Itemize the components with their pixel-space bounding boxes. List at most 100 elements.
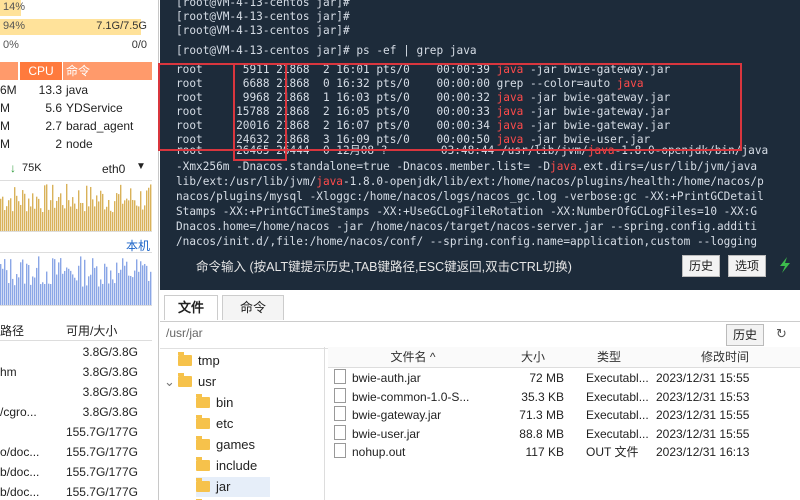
tree-item-include[interactable]: include <box>196 456 257 476</box>
chart-bar <box>116 193 118 231</box>
file-row[interactable]: bwie-auth.jar 72 MB Executabl... 2023/12/31… <box>328 369 800 388</box>
swap-usage-value: 0/0 <box>131 39 147 51</box>
command-input-hint[interactable]: 命令输入 (按ALT键提示历史,TAB键路径,ESC键返回,双击CTRL切换) <box>196 256 572 275</box>
tree-item-label: usr <box>198 374 217 389</box>
chevron-down-icon[interactable]: ⌄ <box>164 372 175 392</box>
chart-bar <box>50 284 52 305</box>
memory-usage-percent: 94% <box>3 20 26 32</box>
chart-bar <box>140 191 142 231</box>
network-interface-select[interactable]: eth0 <box>102 162 125 176</box>
file-type: Executabl... <box>586 426 649 441</box>
tree-item-label: bin <box>216 395 234 410</box>
file-name-text: nohup.out <box>352 445 406 459</box>
chart-bar <box>92 199 94 231</box>
chart-bar <box>70 270 72 305</box>
tree-item-etc[interactable]: etc <box>196 414 233 434</box>
file-name: bwie-user.jar <box>334 424 498 444</box>
name-column-header[interactable]: 文件名 ^ <box>328 347 499 368</box>
line-text: -Xmx256m -Dnacos.standalone=true -Dnacos… <box>176 160 551 173</box>
chart-bar <box>10 259 12 305</box>
file-row[interactable]: bwie-common-1.0-S... 35.3 KB Executabl... 2… <box>328 387 800 407</box>
cpu-column-header[interactable]: CPU <box>20 62 62 80</box>
chart-bar <box>4 259 6 305</box>
chart-bar <box>112 212 114 231</box>
file-size: 35.3 KB <box>521 389 564 404</box>
tab-files[interactable]: 文件 <box>164 295 218 320</box>
process-mem: M <box>0 137 10 151</box>
process-cpu: 2 <box>55 137 62 151</box>
chart-bar <box>78 190 80 231</box>
chart-bar <box>44 284 46 305</box>
file-row[interactable]: bwie-gateway.jar 71.3 MB Executabl... 2023/… <box>328 406 800 425</box>
chart-bar <box>126 261 128 305</box>
chart-bar <box>58 262 60 305</box>
tree-item-label: include <box>216 458 258 473</box>
tree-item-jar[interactable]: jar <box>196 477 271 497</box>
command-input-bar[interactable]: 命令输入 (按ALT键提示历史,TAB键路径,ESC键返回,双击CTRL切换) … <box>176 252 800 278</box>
cpu-usage-meter: 14% <box>0 0 150 16</box>
chart-bar <box>126 198 128 231</box>
chart-bar <box>88 206 90 231</box>
process-cpu: 13.3 <box>38 83 62 97</box>
chart-bar <box>76 280 78 305</box>
size-column-header[interactable]: 大小 <box>498 347 569 368</box>
process-row[interactable]: M 2.7 barad_agent <box>0 117 152 135</box>
cpu-usage-percent: 14% <box>3 1 26 13</box>
chart-bar <box>148 187 150 231</box>
chart-bar <box>108 199 110 231</box>
chart-bar <box>130 188 132 231</box>
chart-bar <box>124 200 126 231</box>
chart-bar <box>130 275 132 305</box>
chart-bar <box>28 198 30 231</box>
process-row[interactable]: 6M 13.3 java <box>0 81 152 99</box>
file-row[interactable]: bwie-user.jar 88.8 MB Executabl... 2023/12/… <box>328 424 800 444</box>
chart-bar <box>70 206 72 231</box>
file-modified: 2023/12/31 15:55 <box>656 426 750 441</box>
tree-item-games[interactable]: games <box>196 435 255 455</box>
history-button[interactable]: 历史 <box>682 255 721 277</box>
mem-column-header[interactable] <box>0 62 18 80</box>
chevron-down-icon[interactable]: ▼ <box>136 161 146 172</box>
tree-item-bin[interactable]: bin <box>196 393 233 413</box>
tree-item-usr[interactable]: ⌄ usr <box>164 372 217 392</box>
chart-bar <box>92 258 94 305</box>
lightning-icon[interactable] <box>778 257 792 273</box>
chart-bar <box>114 283 116 305</box>
pid-highlight-box <box>233 63 287 161</box>
disk-row[interactable]: b/doc... 155.7G/177G <box>0 481 152 500</box>
chart-bar <box>106 206 108 231</box>
command-column-header[interactable]: 命令 <box>63 62 152 80</box>
chart-bar <box>40 208 42 231</box>
tab-commands[interactable]: 命令 <box>222 295 284 320</box>
terminal-line: [root@VM-4-13-centos jar]# <box>176 24 350 37</box>
type-column-header[interactable]: 类型 <box>568 347 651 368</box>
file-row[interactable]: nohup.out 117 KB OUT 文件 2023/12/31 16:13 <box>328 443 800 462</box>
modified-column-header[interactable]: 修改时间 <box>650 347 800 368</box>
chart-bar <box>146 190 148 231</box>
jar-file-icon <box>334 387 346 403</box>
chart-bar <box>80 202 82 231</box>
chart-bar <box>52 258 54 305</box>
chart-bar <box>96 266 98 305</box>
options-button[interactable]: 选项 <box>728 255 767 277</box>
terminal-line: /nacos/init.d/,file:/home/nacos/conf/ --… <box>176 235 758 248</box>
refresh-icon[interactable]: ↻ <box>776 326 787 342</box>
path-input[interactable]: /usr/jar <box>166 326 203 340</box>
tree-item-tmp[interactable]: tmp <box>178 351 220 371</box>
chart-bar <box>18 201 20 231</box>
chart-bar <box>20 204 22 231</box>
process-row[interactable]: M 2 node <box>0 135 152 153</box>
line-text: .ext.dirs=/usr/lib/jvm/java <box>576 160 758 173</box>
chart-bar <box>150 184 152 231</box>
chart-bar <box>64 270 66 305</box>
chart-bar <box>138 206 140 231</box>
chart-bar <box>96 195 98 231</box>
chart-bar <box>142 265 144 305</box>
chart-bar <box>94 267 96 305</box>
chart-bar <box>88 276 90 305</box>
chart-bar <box>118 194 120 231</box>
process-command: java <box>66 83 89 97</box>
process-row[interactable]: M 5.6 YDService <box>0 99 152 117</box>
file-modified: 2023/12/31 16:13 <box>656 445 750 459</box>
history-button[interactable]: 历史 <box>726 324 765 346</box>
